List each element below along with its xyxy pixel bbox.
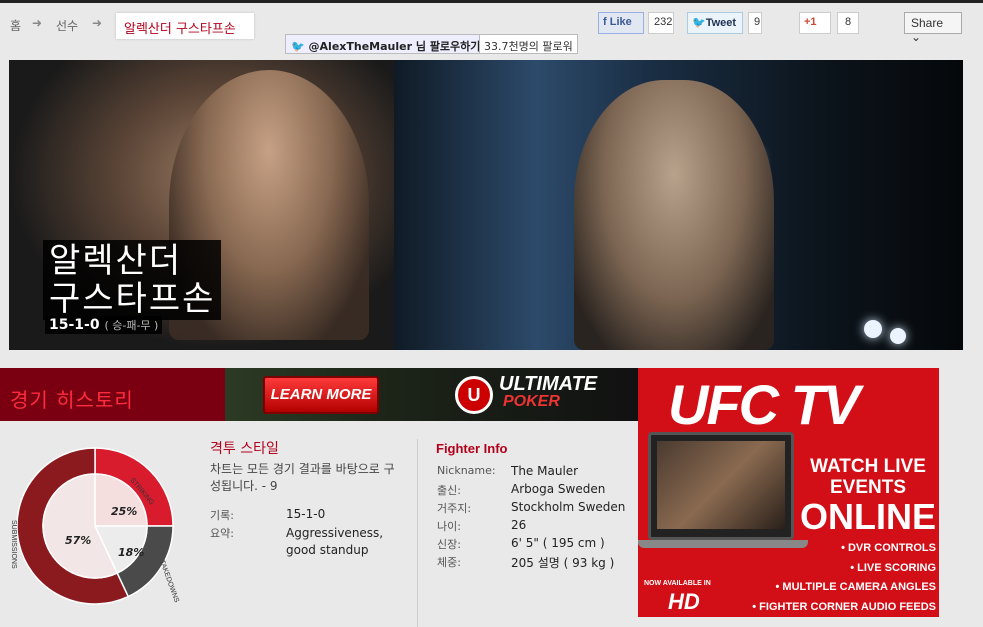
fight-style-chart: STRIKING TAKEDOWNS SUBMISSIONS 25% 18% 5… <box>10 447 180 605</box>
feature-item: • DVR CONTROLS <box>841 542 936 554</box>
learn-more-button[interactable]: LEARN MORE <box>263 376 379 414</box>
follower-count: 33.7천명의 팔로워 <box>479 34 578 54</box>
twitter-follow-button[interactable]: 🐦 @AlexTheMauler 님 팔로우하기 <box>285 34 487 54</box>
fighter-info-label: Nickname: <box>437 464 496 477</box>
feature-item: • LIVE SCORING <box>850 561 936 574</box>
ultimate-poker-ad[interactable]: LEARN MORE U ULTIMATE POKER <box>225 368 638 421</box>
gplus-count: 8 <box>837 12 859 34</box>
laptop-image <box>648 432 794 540</box>
section-divider <box>417 439 418 627</box>
twitter-bird-icon: 🐦 <box>291 40 305 53</box>
ultimate-poker-logo-text: ULTIMATE <box>499 373 598 395</box>
breadcrumb-fighters[interactable]: 선수 <box>56 17 78 34</box>
fighter-info-label: 거주지: <box>437 502 472 515</box>
arrow-right-icon: ➜ <box>32 16 43 30</box>
fighter-info-value: Arboga Sweden <box>511 482 606 496</box>
fighter-info-label: 나이: <box>437 520 461 533</box>
fighter-info-title: Fighter Info <box>436 441 508 456</box>
chart-ring <box>16 447 174 605</box>
hero-banner: 알렉산더 구스타프손 15-1-0 ( 승-패-무 ) <box>9 60 963 350</box>
fighter-info-value: 26 <box>511 518 527 532</box>
share-button[interactable]: Share ⌄ <box>904 12 962 44</box>
value-submissions: 57% <box>65 534 91 547</box>
chevron-down-icon: ⌄ <box>911 30 922 44</box>
breadcrumb-home[interactable]: 홈 <box>10 17 21 34</box>
fighter-info-label: 신장: <box>437 538 461 551</box>
stage-light <box>864 320 882 338</box>
label-submissions: SUBMISSIONS <box>10 520 17 569</box>
value-striking: 25% <box>111 505 137 518</box>
ultimate-poker-logo: U <box>455 376 493 414</box>
label-takedowns: TAKEDOWNS <box>158 559 180 604</box>
fighter-figure <box>574 80 774 350</box>
tweet-count: 9 <box>748 12 762 34</box>
feature-item: • MULTIPLE CAMERA ANGLES <box>775 581 937 593</box>
fighter-info-label: 체중: <box>437 556 461 569</box>
hd-label: HD <box>668 589 700 614</box>
fighter-name: 알렉산더 구스타프손 <box>43 240 222 320</box>
stage-light <box>890 328 906 344</box>
fighter-info-label: 출신: <box>437 484 461 497</box>
fight-stats-section: STRIKING TAKEDOWNS SUBMISSIONS 25% 18% 5… <box>0 421 638 627</box>
ultimate-poker-logo-sub: POKER <box>503 393 560 410</box>
breadcrumb-current: 알렉산더 구스타프손 <box>116 13 254 39</box>
ufc-tv-logo: UFC TV <box>668 373 860 436</box>
fight-history-title: 경기 히스토리 <box>10 388 134 412</box>
fighter-info-value: Stockholm Sweden <box>511 500 626 514</box>
facebook-like-button[interactable]: f Like <box>598 12 644 34</box>
google-plus-button[interactable]: +1 <box>799 12 831 34</box>
summary-value: Aggressiveness, good standup <box>286 526 384 557</box>
facebook-icon: f <box>603 16 607 28</box>
features-list: • DVR CONTROLS • LIVE SCORING • MULTIPLE… <box>746 539 936 617</box>
fight-style-description: 차트는 모든 경기 결과를 바탕으로 구성됩니다. - 9 <box>210 462 395 493</box>
fight-style-title: 격투 스타일 <box>210 441 279 457</box>
fighter-action-photo <box>394 60 963 350</box>
laptop-screen <box>657 441 785 529</box>
record-value: 15-1-0 <box>286 507 326 521</box>
watch-live-text: WATCH LIVE EVENTS ONLINE <box>799 456 936 537</box>
summary-label: 요약: <box>210 527 234 540</box>
fighter-record: 15-1-0 ( 승-패-무 ) <box>45 316 163 334</box>
tweet-button[interactable]: 🐦Tweet <box>687 12 743 34</box>
fighter-info-value: 205 설명 ( 93 kg ) <box>511 556 615 570</box>
available-in-label: NOW AVAILABLE IN <box>644 580 711 587</box>
feature-item: • FIGHTER CORNER AUDIO FEEDS <box>752 600 936 613</box>
value-takedowns: 18% <box>118 546 144 559</box>
fight-history-header: 경기 히스토리 <box>0 368 225 421</box>
arrow-right-icon: ➜ <box>92 16 103 30</box>
twitter-bird-icon: 🐦 <box>692 17 706 29</box>
record-label: 기록: <box>210 509 234 522</box>
ufc-tv-ad[interactable]: UFC TV WATCH LIVE EVENTS ONLINE NOW AVAI… <box>638 368 939 617</box>
fighter-info-value: 6' 5" ( 195 cm ) <box>511 536 605 550</box>
top-border <box>0 0 983 3</box>
fighter-info-value: The Mauler <box>511 464 579 478</box>
like-count: 232 <box>648 12 674 34</box>
